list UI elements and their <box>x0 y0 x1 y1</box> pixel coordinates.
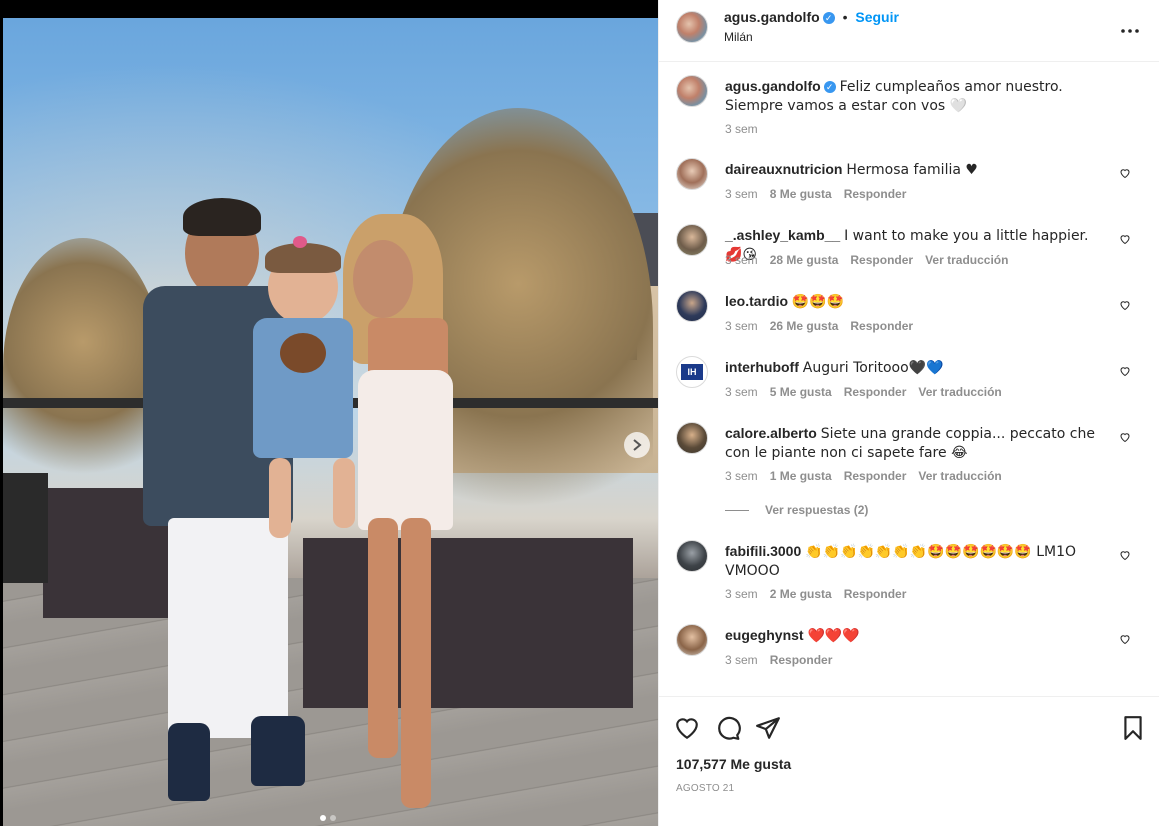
separator-dot: • <box>842 9 848 25</box>
post-actions: 107,577 Me gusta AGOSTO 21 <box>659 696 1159 826</box>
like-comment-heart-icon[interactable] <box>1119 167 1131 179</box>
comment-text: ❤️❤️❤️ <box>807 628 860 644</box>
follow-button[interactable]: Seguir <box>855 9 899 25</box>
reply-button[interactable]: Responder <box>844 587 907 601</box>
chevron-right-icon <box>633 439 642 451</box>
carousel-dot-active <box>320 815 326 821</box>
like-comment-heart-icon[interactable] <box>1119 633 1131 645</box>
inter-logo-icon: IH <box>681 364 703 380</box>
comment-username[interactable]: eugeghynst <box>725 627 804 643</box>
post-side-panel: agus.gandolfo ✓ • Seguir Milán agus.gando… <box>658 0 1159 826</box>
like-comment-heart-icon[interactable] <box>1119 233 1131 245</box>
view-replies-button[interactable]: Ver respuestas (2) <box>725 503 868 517</box>
post-date[interactable]: AGOSTO 21 <box>676 783 734 794</box>
verified-badge-icon: ✓ <box>822 12 835 24</box>
translate-button[interactable]: Ver traducción <box>918 469 1001 483</box>
avatar[interactable] <box>676 422 708 454</box>
planter-box <box>303 538 633 708</box>
photo-image <box>3 18 658 826</box>
heart-icon[interactable] <box>674 715 700 741</box>
comment-username[interactable]: calore.alberto <box>725 425 817 441</box>
avatar[interactable] <box>676 540 708 572</box>
reply-button[interactable]: Responder <box>844 187 907 201</box>
comment-time: 3 sem <box>725 587 758 601</box>
avatar[interactable] <box>676 158 708 190</box>
speaker <box>3 473 48 583</box>
view-replies-label: Ver respuestas (2) <box>765 503 869 517</box>
like-comment-heart-icon[interactable] <box>1119 431 1131 443</box>
carousel-indicator <box>320 815 336 821</box>
reply-button[interactable]: Responder <box>850 253 913 267</box>
post-location[interactable]: Milán <box>724 30 753 44</box>
comment-username[interactable]: _.ashley_kamb__ <box>725 227 840 243</box>
translate-button[interactable]: Ver traducción <box>918 385 1001 399</box>
post-photo[interactable] <box>0 0 658 826</box>
comment-time: 3 sem <box>725 653 758 667</box>
comment-time: 3 sem <box>725 385 758 399</box>
avatar[interactable] <box>676 290 708 322</box>
comment-text: Hermosa familia ♥ <box>846 162 978 178</box>
like-comment-heart-icon[interactable] <box>1119 299 1131 311</box>
avatar[interactable] <box>676 11 708 43</box>
reply-button[interactable]: Responder <box>844 385 907 399</box>
carousel-dot <box>330 815 336 821</box>
reply-button[interactable]: Responder <box>770 653 833 667</box>
comment-icon[interactable] <box>715 715 741 741</box>
comment-likes[interactable]: 1 Me gusta <box>770 469 832 483</box>
author-username[interactable]: agus.gandolfo <box>724 9 820 25</box>
likes-count[interactable]: 107,577 Me gusta <box>676 756 791 772</box>
comment-likes[interactable]: 8 Me gusta <box>770 187 832 201</box>
comment-likes[interactable]: 26 Me gusta <box>770 319 839 333</box>
avatar[interactable] <box>676 224 708 256</box>
comment-likes[interactable]: 5 Me gusta <box>770 385 832 399</box>
post-header: agus.gandolfo ✓ • Seguir Milán <box>659 0 1159 62</box>
comment-time: 3 sem <box>725 187 758 201</box>
translate-button[interactable]: Ver traducción <box>925 253 1008 267</box>
verified-badge-icon: ✓ <box>823 81 836 93</box>
comment-username[interactable]: daireauxnutricion <box>725 161 842 177</box>
share-icon[interactable] <box>755 715 781 741</box>
avatar[interactable] <box>676 624 708 656</box>
comment-username[interactable]: interhuboff <box>725 359 799 375</box>
comment-text: 🤩🤩🤩 <box>791 294 845 310</box>
caption-username[interactable]: agus.gandolfo <box>725 78 821 94</box>
dry-plant-left <box>3 238 163 498</box>
comment-time: 3 sem <box>725 469 758 483</box>
caption-time: 3 sem <box>725 122 758 136</box>
like-comment-heart-icon[interactable] <box>1119 549 1131 561</box>
comments-list[interactable]: agus.gandolfo ✓ Feliz cumpleaños amor nue… <box>659 62 1159 696</box>
reply-button[interactable]: Responder <box>844 469 907 483</box>
avatar[interactable]: IH <box>676 356 708 388</box>
comment-username[interactable]: fabifili.3000 <box>725 543 801 559</box>
reply-button[interactable]: Responder <box>850 319 913 333</box>
bookmark-icon[interactable] <box>1120 715 1146 741</box>
next-slide-button[interactable] <box>624 432 650 458</box>
comment-likes[interactable]: 28 Me gusta <box>770 253 839 267</box>
avatar[interactable] <box>676 75 708 107</box>
comment-time: 3 sem <box>725 319 758 333</box>
comment-likes[interactable]: 2 Me gusta <box>770 587 832 601</box>
more-horizontal-icon[interactable] <box>1120 18 1140 39</box>
comment-time: 3 sem <box>725 253 758 267</box>
comment-text: Auguri Toritooo🖤💙 <box>802 360 944 376</box>
replies-divider <box>725 509 749 511</box>
comment-username[interactable]: leo.tardio <box>725 293 788 309</box>
like-comment-heart-icon[interactable] <box>1119 365 1131 377</box>
